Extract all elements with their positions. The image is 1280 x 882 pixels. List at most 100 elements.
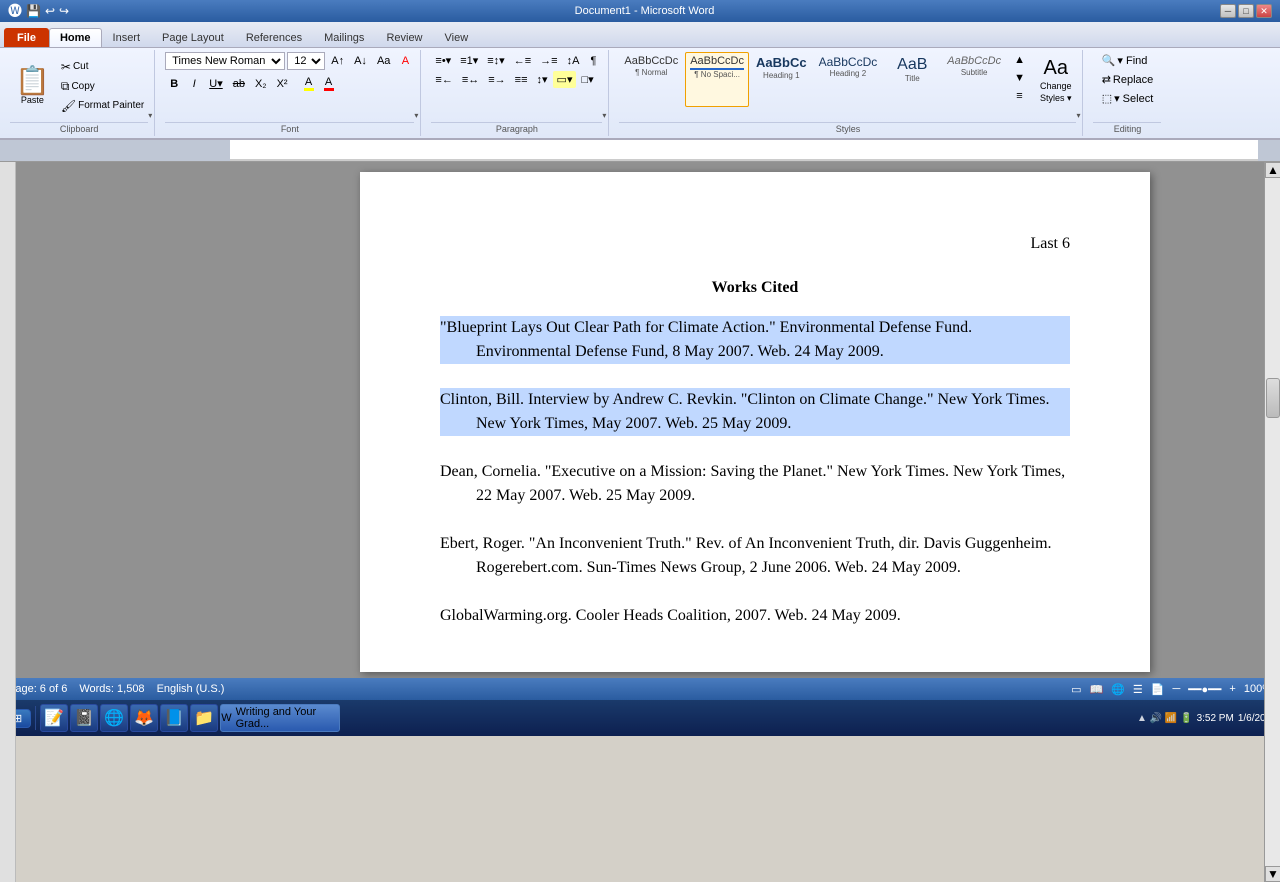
scroll-up-button[interactable]: ▲ [1265,162,1280,178]
quick-save-icon[interactable]: 💾 [26,4,41,18]
strikethrough-button[interactable]: ab [229,74,249,93]
multilevel-button[interactable]: ≡↕▾ [483,52,508,69]
clipboard-content: 📋 Paste ✂ Cut ⧉ Copy 🖌 Format Painter [10,52,148,120]
font-color-button[interactable]: A [320,74,338,93]
paragraph-label: Paragraph [431,122,602,134]
styles-scroll-up[interactable]: ▲ [1010,52,1029,68]
page-container[interactable]: Last 6 Works Cited "Blueprint Lays Out C… [230,162,1280,678]
zoom-out-button[interactable]: ─ [1172,683,1180,695]
font-content: Times New Roman 12 A↑ A↓ Aa A B I U▾ ab … [165,52,414,120]
font-expand-icon[interactable]: ▾ [414,111,418,120]
font-size-select[interactable]: 12 [287,52,325,70]
shrink-font-button[interactable]: A↓ [350,53,371,69]
styles-scroll-down[interactable]: ▼ [1010,70,1029,86]
align-left-button[interactable]: ≡← [431,71,456,88]
taskbar-icon-firefox[interactable]: 🦊 [130,704,158,732]
citation-3-text: Dean, Cornelia. "Executive on a Mission:… [440,463,1065,504]
tab-home[interactable]: Home [49,28,102,47]
taskbar-icon-word-template[interactable]: 📘 [160,704,188,732]
style-no-spacing[interactable]: AaBbCcDc ¶ No Spaci... [685,52,749,107]
view-web-icon[interactable]: 🌐 [1111,683,1125,696]
styles-group: AaBbCcDc ¶ Normal AaBbCcDc ¶ No Spaci...… [613,50,1083,136]
justify-button[interactable]: ≡≡ [511,71,532,88]
editing-buttons: 🔍 ▾ Find ⇄ Replace ⬚ ▾ Select [1097,52,1159,107]
quick-undo-icon[interactable]: ↩ [45,4,55,18]
change-case-button[interactable]: Aa [373,53,394,69]
taskbar-icon-onenote[interactable]: 📓 [70,704,98,732]
numbering-button[interactable]: ≡1▾ [456,52,482,69]
sidebar-left [0,162,230,678]
maximize-button[interactable]: □ [1238,4,1254,18]
shading-button[interactable]: ▭▾ [553,71,577,88]
show-hide-button[interactable]: ¶ [584,52,602,69]
bold-button[interactable]: B [165,74,183,93]
style-heading1[interactable]: AaBbCc Heading 1 [751,52,812,107]
view-draft-icon[interactable]: 📄 [1151,683,1165,696]
replace-button[interactable]: ⇄ Replace [1097,71,1159,88]
view-normal-icon[interactable]: ▭ [1071,683,1081,696]
format-painter-button[interactable]: 🖌 Format Painter [57,97,148,115]
tab-mailings[interactable]: Mailings [313,28,375,47]
align-center-button[interactable]: ≡↔ [458,71,483,88]
works-cited-title: Works Cited [440,276,1070,300]
taskbar-icon-notepad[interactable]: 📝 [40,704,68,732]
subscript-button[interactable]: X₂ [251,74,271,93]
bullets-button[interactable]: ≡•▾ [431,52,455,69]
select-button[interactable]: ⬚ ▾ Select [1097,90,1159,107]
underline-button[interactable]: U▾ [205,74,226,93]
paste-button[interactable]: 📋 Paste [10,64,55,108]
view-reading-icon[interactable]: 📖 [1090,683,1104,696]
quick-redo-icon[interactable]: ↪ [59,4,69,18]
highlight-icon: A [305,76,312,88]
border-button[interactable]: □▾ [577,71,597,88]
tab-insert[interactable]: Insert [102,28,152,47]
word-taskbar-label: Writing and Your Grad... [236,706,340,730]
styles-more[interactable]: ≡ [1010,88,1029,104]
tab-review[interactable]: Review [375,28,433,47]
close-button[interactable]: ✕ [1256,4,1272,18]
vertical-scrollbar[interactable]: ▲ ▼ [1264,162,1280,678]
clipboard-group: 📋 Paste ✂ Cut ⧉ Copy 🖌 Format Painter Cl… [4,50,155,136]
find-button[interactable]: 🔍 ▾ Find [1097,52,1159,69]
superscript-button[interactable]: X² [273,74,292,93]
style-title[interactable]: AaB Title [884,52,940,107]
copy-button[interactable]: ⧉ Copy [57,77,148,96]
align-right-button[interactable]: ≡→ [484,71,509,88]
view-outline-icon[interactable]: ☰ [1133,683,1143,696]
font-name-select[interactable]: Times New Roman [165,52,285,70]
taskbar-icon-ie[interactable]: 🌐 [100,704,128,732]
tab-view[interactable]: View [434,28,480,47]
style-heading2[interactable]: AaBbCcDc Heading 2 [814,52,883,107]
tab-file[interactable]: File [4,28,49,47]
increase-indent-button[interactable]: →≡ [536,52,561,69]
zoom-in-button[interactable]: + [1229,683,1235,695]
line-spacing-button[interactable]: ↕▾ [533,71,552,88]
taskbar-word-active[interactable]: W Writing and Your Grad... [220,704,340,732]
paragraph-expand-icon[interactable]: ▾ [602,111,606,120]
highlight-button[interactable]: A [300,74,318,93]
language-status[interactable]: English (U.S.) [157,683,225,695]
decrease-indent-button[interactable]: ←≡ [510,52,535,69]
scroll-thumb[interactable] [1266,378,1280,418]
clear-format-button[interactable]: A [396,53,414,69]
page-count[interactable]: Page: 6 of 6 [8,683,67,695]
sort-button[interactable]: ↕A [563,52,584,69]
tab-page-layout[interactable]: Page Layout [151,28,235,47]
cut-button[interactable]: ✂ Cut [57,58,148,76]
taskbar-icon-folder[interactable]: 📁 [190,704,218,732]
change-styles-button[interactable]: Aa ChangeStyles ▾ [1035,52,1077,107]
style-normal[interactable]: AaBbCcDc ¶ Normal [619,52,683,107]
copy-label: Copy [71,81,94,92]
font-format-row: B I U▾ ab X₂ X² A A [165,74,337,93]
clipboard-expand-icon[interactable]: ▾ [148,111,152,120]
italic-button[interactable]: I [185,74,203,93]
minimize-button[interactable]: ─ [1220,4,1236,18]
style-subtitle[interactable]: AaBbCcDc Subtitle [942,52,1006,107]
word-count[interactable]: Words: 1,508 [79,683,144,695]
zoom-slider[interactable]: ━━●━━ [1188,683,1221,696]
tab-references[interactable]: References [235,28,313,47]
replace-label: Replace [1113,74,1153,86]
grow-font-button[interactable]: A↑ [327,53,348,69]
normal-label: ¶ Normal [635,68,667,77]
styles-expand-icon[interactable]: ▾ [1076,111,1080,120]
